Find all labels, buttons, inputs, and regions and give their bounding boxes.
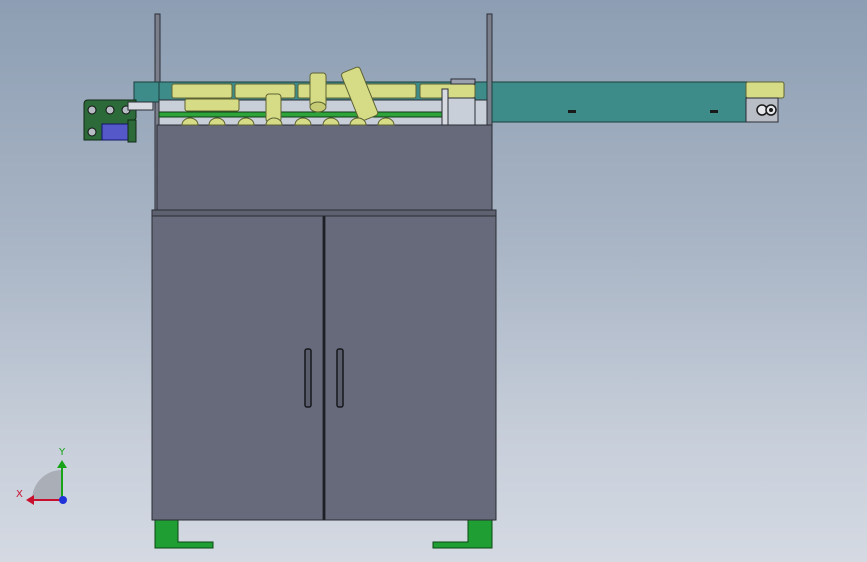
left-foot xyxy=(154,519,214,549)
y-axis-label: Y xyxy=(58,447,66,458)
drive-unit xyxy=(83,81,160,143)
cad-viewport[interactable]: Y X xyxy=(0,0,867,562)
guide-cap xyxy=(450,78,476,85)
upper-cabinet-box xyxy=(156,124,493,213)
view-triad[interactable]: Y X xyxy=(16,447,67,505)
guide-plate xyxy=(447,97,476,126)
right-door xyxy=(324,215,497,521)
can-2-base xyxy=(309,101,327,113)
right-foot xyxy=(432,519,493,549)
triad-plane xyxy=(32,470,62,500)
right-door-handle xyxy=(336,348,344,408)
output-conveyor xyxy=(491,81,785,123)
guide-block xyxy=(441,88,449,126)
cabinet-divider xyxy=(151,209,497,217)
x-axis-label: X xyxy=(16,489,23,500)
left-door xyxy=(151,215,324,521)
roller-2 xyxy=(234,83,296,99)
roller-1 xyxy=(171,83,233,99)
model-drawing: Y X xyxy=(16,13,785,549)
roller-6 xyxy=(184,98,240,112)
x-axis-arrow xyxy=(26,495,34,505)
y-axis-arrow xyxy=(57,460,67,468)
z-axis-dot xyxy=(59,496,67,504)
feeder-green-rail xyxy=(158,111,444,118)
left-door-handle xyxy=(304,348,312,408)
